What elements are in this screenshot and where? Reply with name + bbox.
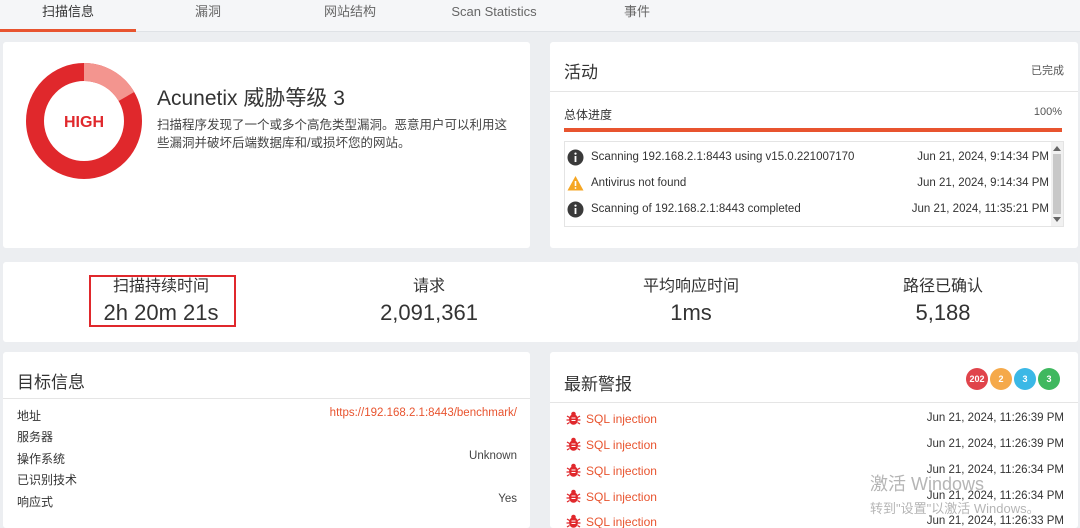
threat-description: 扫描程序发现了一个或多个高危类型漏洞。恶意用户可以利用这些漏洞并破坏后端数据库和…	[157, 118, 508, 150]
info-row-address: 地址 https://192.168.2.1:8443/benchmark/	[17, 404, 517, 426]
info-key: 服务器	[17, 430, 54, 444]
log-message: Scanning of 192.168.2.1:8443 completed	[591, 203, 801, 215]
divider	[3, 398, 530, 399]
bug-icon	[566, 514, 581, 528]
windows-activation-watermark: 激活 Windows 转到"设置"以激活 Windows。	[870, 470, 1040, 517]
scroll-up-icon[interactable]	[1053, 146, 1061, 151]
latest-alerts-title: 最新警报	[564, 375, 632, 394]
alert-name[interactable]: SQL injection	[586, 438, 657, 452]
activity-card: 活动 已完成 总体进度 100% Scanning 192.168.2.1:84…	[550, 42, 1078, 248]
target-info-card: 目标信息 地址 https://192.168.2.1:8443/benchma…	[3, 352, 530, 528]
alert-item[interactable]: SQL injection Jun 21, 2024, 11:26:39 PM	[566, 408, 1064, 430]
stat-label: 平均响应时间	[642, 278, 739, 295]
stat-label: 请求	[412, 278, 445, 295]
info-row-server: 服务器	[17, 425, 517, 447]
info-value: Unknown	[469, 450, 517, 462]
badge-high[interactable]: 202	[966, 368, 988, 390]
progress-value: 100%	[1033, 106, 1062, 118]
stat-value: 2h 20m 21s	[103, 300, 219, 325]
tab-vulnerabilities[interactable]: 漏洞	[160, 0, 256, 32]
info-key: 已识别技术	[17, 473, 78, 487]
bug-icon	[566, 463, 581, 477]
log-entry: Scanning of 192.168.2.1:8443 completed J…	[565, 199, 1049, 221]
watermark-line1: 激活 Windows	[870, 474, 985, 494]
alert-time: Jun 21, 2024, 11:26:39 PM	[926, 412, 1064, 424]
info-row-responsive: 响应式 Yes	[17, 490, 517, 512]
info-key: 地址	[17, 409, 42, 423]
bug-icon	[566, 437, 581, 451]
log-entry: Antivirus not found Jun 21, 2024, 9:14:3…	[565, 173, 1049, 195]
threat-level-badge: HIGH	[64, 114, 104, 131]
bug-icon	[566, 489, 581, 503]
warning-icon	[567, 176, 584, 191]
divider	[550, 91, 1078, 92]
address-link[interactable]: https://192.168.2.1:8443/benchmark/	[330, 407, 517, 419]
threat-level-card: HIGH Acunetix 威胁等级 3 扫描程序发现了一个或多个高危类型漏洞。…	[3, 42, 530, 248]
stat-paths-confirmed: 路径已确认 5,188	[843, 276, 1043, 328]
alert-name[interactable]: SQL injection	[586, 515, 657, 528]
stat-duration: 扫描持续时间 2h 20m 21s	[61, 276, 261, 328]
badge-medium[interactable]: 2	[990, 368, 1012, 390]
alert-time: Jun 21, 2024, 11:26:39 PM	[926, 438, 1064, 450]
log-time: Jun 21, 2024, 9:14:34 PM	[917, 151, 1049, 163]
watermark-line2: 转到"设置"以激活 Windows。	[870, 501, 1040, 516]
tab-events[interactable]: 事件	[590, 0, 684, 32]
stat-value: 1ms	[670, 300, 712, 325]
severity-badges: 202 2 3 3	[966, 368, 1062, 390]
info-row-os: 操作系统 Unknown	[17, 447, 517, 469]
bug-icon	[566, 411, 581, 425]
alert-name[interactable]: SQL injection	[586, 490, 657, 504]
log-message: Antivirus not found	[591, 177, 687, 189]
threat-title: Acunetix 威胁等级 3	[157, 87, 345, 110]
progress-bar	[564, 128, 1062, 132]
tab-site-structure[interactable]: 网站结构	[300, 0, 400, 32]
info-row-technologies: 已识别技术	[17, 468, 517, 490]
divider	[550, 402, 1078, 403]
tab-scan-info[interactable]: 扫描信息	[0, 0, 136, 32]
info-icon	[567, 201, 584, 218]
alert-name[interactable]: SQL injection	[586, 464, 657, 478]
scroll-thumb[interactable]	[1053, 154, 1061, 214]
stat-label: 扫描持续时间	[112, 278, 209, 295]
info-key: 响应式	[17, 495, 54, 509]
stats-card: 扫描持续时间 2h 20m 21s 请求 2,091,361 平均响应时间 1m…	[3, 262, 1078, 342]
stat-value: 2,091,361	[380, 300, 478, 325]
tab-scan-statistics[interactable]: Scan Statistics	[440, 0, 548, 32]
badge-info[interactable]: 3	[1038, 368, 1060, 390]
log-time: Jun 21, 2024, 9:14:34 PM	[917, 177, 1049, 189]
log-message: Scanning 192.168.2.1:8443 using v15.0.22…	[591, 151, 855, 163]
log-entry: Scanning 192.168.2.1:8443 using v15.0.22…	[565, 147, 1049, 169]
alert-name[interactable]: SQL injection	[586, 412, 657, 426]
progress-fill	[564, 128, 1062, 132]
activity-log[interactable]: Scanning 192.168.2.1:8443 using v15.0.22…	[564, 141, 1064, 227]
badge-low[interactable]: 3	[1014, 368, 1036, 390]
log-time: Jun 21, 2024, 11:35:21 PM	[911, 203, 1049, 215]
stat-label: 路径已确认	[902, 278, 983, 295]
log-scrollbar[interactable]	[1051, 142, 1063, 226]
alert-item[interactable]: SQL injection Jun 21, 2024, 11:26:39 PM	[566, 434, 1064, 456]
info-key: 操作系统	[17, 452, 66, 466]
tab-bar: 扫描信息 漏洞 网站结构 Scan Statistics 事件	[0, 0, 1080, 32]
activity-title: 活动	[564, 63, 598, 82]
stat-avg-response: 平均响应时间 1ms	[591, 276, 791, 328]
activity-status: 已完成	[1031, 65, 1064, 77]
info-icon	[567, 149, 584, 166]
threat-ring-icon: HIGH	[26, 63, 142, 179]
progress-label: 总体进度	[564, 108, 613, 122]
info-value: Yes	[498, 493, 517, 505]
stat-requests: 请求 2,091,361	[329, 276, 529, 328]
stat-value: 5,188	[915, 300, 971, 325]
scroll-down-icon[interactable]	[1053, 217, 1061, 222]
target-info-title: 目标信息	[17, 373, 85, 392]
